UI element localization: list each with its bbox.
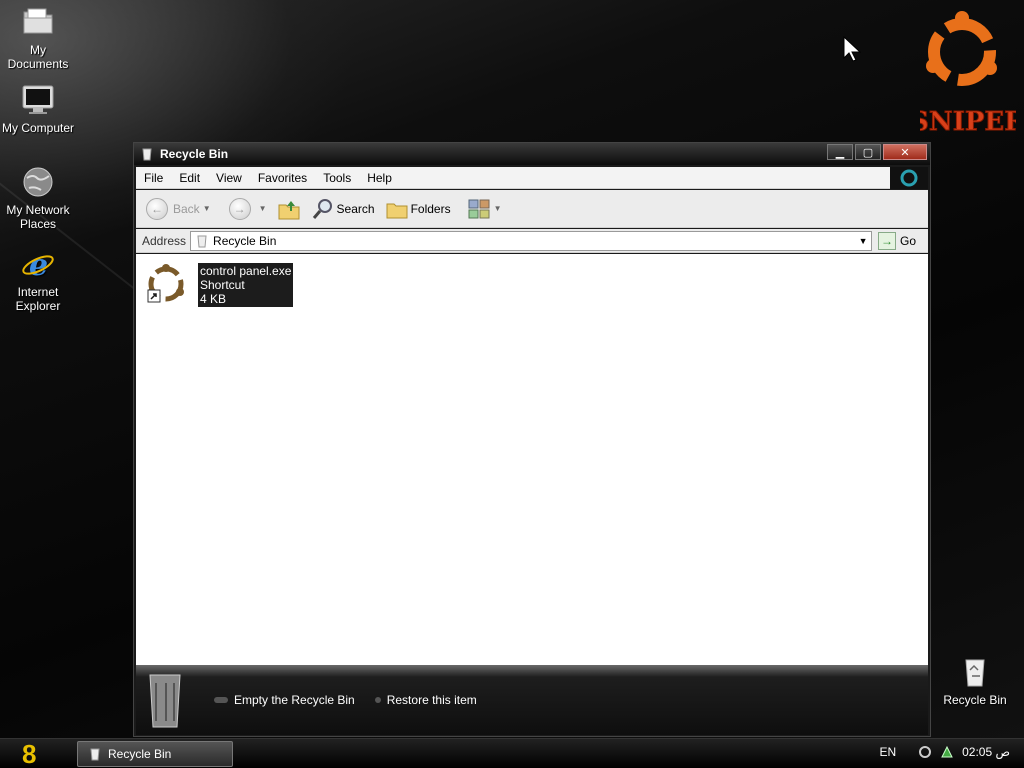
svg-text:e: e xyxy=(29,248,48,280)
folders-label: Folders xyxy=(410,201,451,216)
empty-bin-icon xyxy=(214,697,228,703)
window-controls: ▁ ▢ ✕ xyxy=(827,144,927,160)
internet-explorer-icon: e xyxy=(21,248,55,283)
window-title: Recycle Bin xyxy=(160,147,229,161)
recycle-bin-icon xyxy=(958,656,992,690)
back-button[interactable]: ← Back ▼ xyxy=(146,197,211,220)
recycle-bin-icon xyxy=(197,235,207,247)
menu-favorites[interactable]: Favorites xyxy=(250,171,315,185)
desktop-icon-internet-explorer[interactable]: e Internet Explorer xyxy=(0,248,78,313)
go-button[interactable]: → Go xyxy=(878,231,917,250)
file-name: control panel.exe xyxy=(200,264,292,278)
recycle-bin-icon xyxy=(90,748,100,761)
clock[interactable]: 02:05 ص xyxy=(962,745,1010,759)
minimize-button[interactable]: ▁ xyxy=(827,144,853,160)
monitor-icon xyxy=(21,84,55,118)
desktop-icon-label: My Network Places xyxy=(6,203,70,231)
address-bar: Address Recycle Bin ▼ → Go xyxy=(136,229,928,253)
views-icon xyxy=(468,199,490,218)
back-arrow-icon: ← xyxy=(146,197,168,220)
forward-button[interactable]: → ▼ xyxy=(228,197,267,220)
back-label: Back xyxy=(173,201,200,216)
menu-bar: File Edit View Favorites Tools Help xyxy=(136,167,890,189)
taskbar: 8 Recycle Bin EN 02:05 ص xyxy=(0,738,1024,768)
address-dropdown-icon[interactable]: ▼ xyxy=(855,232,871,250)
ubuntu-sniper-logo: SNIPER xyxy=(910,8,1024,138)
recycle-bin-tasks-bar: Empty the Recycle Bin Restore this item xyxy=(136,665,928,735)
taskbar-button-label: Recycle Bin xyxy=(108,747,172,761)
address-field[interactable]: Recycle Bin ▼ xyxy=(190,230,873,251)
desktop-icon-my-network-places[interactable]: My Network Places xyxy=(0,166,78,231)
start-button[interactable]: 8 xyxy=(22,741,46,767)
menu-help[interactable]: Help xyxy=(359,171,400,185)
tray-network-icon[interactable] xyxy=(940,745,954,759)
forward-arrow-icon: → xyxy=(228,197,251,220)
desktop-icon-my-computer[interactable]: My Computer xyxy=(0,84,78,135)
window-titlebar[interactable]: Recycle Bin ▁ ▢ ✕ xyxy=(134,143,930,165)
forward-dropdown-icon[interactable]: ▼ xyxy=(259,204,267,213)
empty-recycle-bin-label: Empty the Recycle Bin xyxy=(234,693,355,707)
recycle-bin-large-icon xyxy=(149,674,181,728)
taskbar-button-recycle-bin[interactable]: Recycle Bin xyxy=(77,741,233,767)
system-tray: EN 02:05 ص xyxy=(879,745,1010,759)
empty-recycle-bin-task[interactable]: Empty the Recycle Bin xyxy=(214,693,355,707)
desktop-icon-label: Internet Explorer xyxy=(15,285,61,313)
throbber-brand xyxy=(890,167,928,189)
address-value: Recycle Bin xyxy=(213,233,277,248)
maximize-button[interactable]: ▢ xyxy=(855,144,881,160)
mouse-cursor-icon xyxy=(843,36,862,62)
views-button[interactable]: ▼ xyxy=(467,198,502,220)
logo-text: SNIPER xyxy=(920,107,1016,137)
globe-network-icon xyxy=(21,166,55,200)
desktop-icon-label: Recycle Bin xyxy=(943,693,1007,707)
menu-view[interactable]: View xyxy=(208,171,250,185)
back-dropdown-icon[interactable]: ▼ xyxy=(203,204,211,213)
desktop-icon-label: My Computer xyxy=(1,121,75,135)
recycle-bin-window[interactable]: Recycle Bin ▁ ▢ ✕ File Edit View Favorit… xyxy=(133,142,931,737)
restore-item-task[interactable]: Restore this item xyxy=(374,693,477,707)
file-list-pane[interactable]: control panel.exe Shortcut 4 KB xyxy=(136,254,928,665)
shortcut-file-icon xyxy=(147,264,184,303)
file-details-selected: control panel.exe Shortcut 4 KB xyxy=(198,263,294,307)
views-dropdown-icon[interactable]: ▼ xyxy=(494,204,502,213)
menu-edit[interactable]: Edit xyxy=(171,171,208,185)
restore-item-label: Restore this item xyxy=(386,693,477,707)
file-size: 4 KB xyxy=(200,292,227,306)
folder-documents-icon xyxy=(21,6,55,40)
restore-icon xyxy=(374,697,381,703)
desktop-icon-my-documents[interactable]: My Documents xyxy=(0,6,78,71)
recycle-bin-icon xyxy=(142,148,152,161)
go-label: Go xyxy=(900,233,917,248)
folders-icon xyxy=(386,203,408,218)
up-folder-button[interactable] xyxy=(277,197,301,221)
tray-settings-icon[interactable] xyxy=(918,745,932,759)
desktop-icon-recycle-bin[interactable]: Recycle Bin xyxy=(935,656,1015,707)
file-item[interactable]: control panel.exe Shortcut 4 KB xyxy=(144,262,294,307)
close-button[interactable]: ✕ xyxy=(883,144,927,160)
up-folder-icon xyxy=(278,200,300,219)
ubuntu-throbber-icon xyxy=(900,169,918,187)
search-label: Search xyxy=(336,201,375,216)
file-type: Shortcut xyxy=(200,278,245,292)
folders-button[interactable]: Folders xyxy=(385,197,451,221)
desktop-icon-label: My Documents xyxy=(7,43,69,71)
menu-tools[interactable]: Tools xyxy=(315,171,359,185)
language-indicator[interactable]: EN xyxy=(879,745,896,759)
menu-file[interactable]: File xyxy=(136,171,171,185)
standard-toolbar: ← Back ▼ → ▼ Search Folders ▼ xyxy=(136,190,928,228)
search-button[interactable]: Search xyxy=(311,197,375,221)
address-label: Address xyxy=(142,233,187,248)
search-icon xyxy=(312,198,332,219)
go-arrow-icon: → xyxy=(878,231,897,250)
